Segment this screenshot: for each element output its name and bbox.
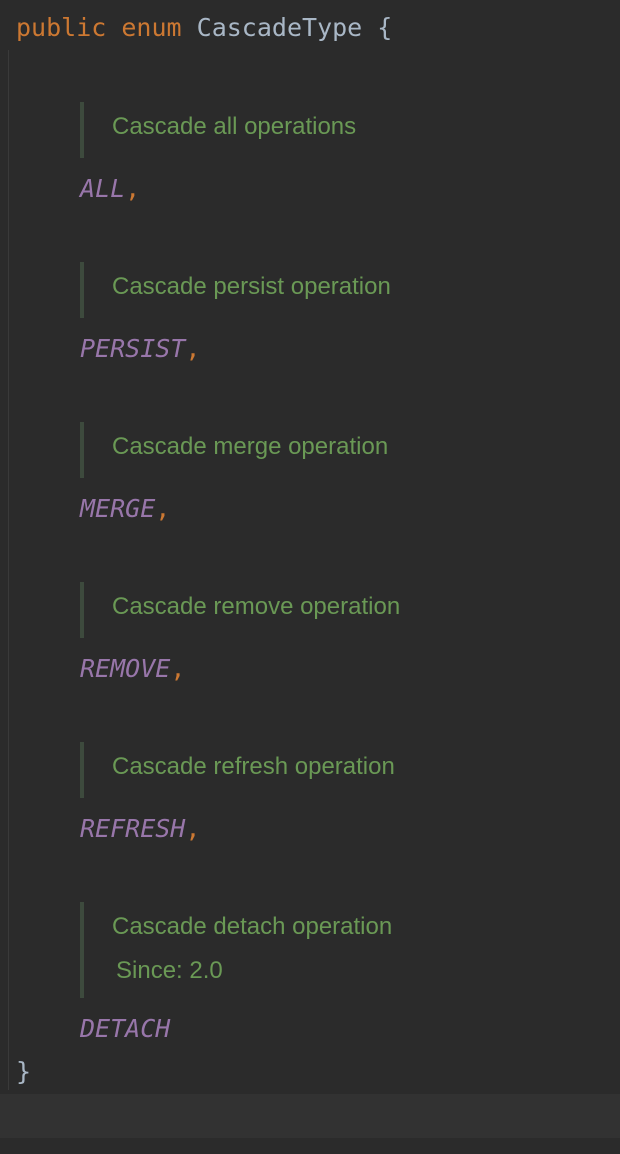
code-editor[interactable]: public enum CascadeType { Cascade all op… (0, 0, 620, 1154)
doc-block-all: Cascade all operations (80, 102, 356, 158)
modifier-keyword: public (16, 13, 107, 42)
open-brace: { (377, 13, 393, 42)
enum-constant-remove[interactable]: REMOVE, (80, 654, 185, 684)
enum-name: CascadeType (196, 13, 363, 42)
indent-guide (8, 50, 9, 1090)
comma: , (170, 654, 186, 683)
doc-text: Cascade detach operation (112, 913, 393, 940)
doc-block-remove: Cascade remove operation (80, 582, 400, 638)
doc-text: Cascade all operations (112, 113, 357, 140)
comma: , (125, 174, 141, 203)
enum-keyword: enum (121, 13, 182, 42)
enum-constant-merge[interactable]: MERGE, (80, 494, 170, 524)
constant-name: MERGE (80, 494, 156, 523)
constant-name: REFRESH (80, 814, 186, 843)
constant-name: DETACH (80, 1014, 171, 1043)
enum-constant-all[interactable]: ALL, (80, 174, 140, 204)
constant-name: PERSIST (80, 334, 186, 363)
constant-name: ALL (80, 174, 126, 203)
enum-constant-detach[interactable]: DETACH (80, 1014, 170, 1044)
comma: , (155, 494, 171, 523)
comma: , (185, 334, 201, 363)
doc-block-refresh: Cascade refresh operation (80, 742, 395, 798)
doc-since: Since: 2.0 (116, 957, 223, 984)
doc-text: Cascade persist operation (112, 273, 391, 300)
enum-constant-refresh[interactable]: REFRESH, (80, 814, 200, 844)
doc-block-persist: Cascade persist operation (80, 262, 391, 318)
close-brace-line[interactable]: } (16, 1057, 31, 1087)
doc-block-detach: Cascade detach operation Since: 2.0 (80, 902, 392, 998)
enum-declaration[interactable]: public enum CascadeType { (16, 13, 392, 43)
comma: , (185, 814, 201, 843)
doc-text: Cascade remove operation (112, 593, 401, 620)
close-brace: } (16, 1057, 32, 1086)
doc-text: Cascade refresh operation (112, 753, 395, 780)
doc-block-merge: Cascade merge operation (80, 422, 388, 478)
doc-text: Cascade merge operation (112, 433, 389, 460)
constant-name: REMOVE (80, 654, 171, 683)
enum-constant-persist[interactable]: PERSIST, (80, 334, 200, 364)
current-line-highlight[interactable] (0, 1094, 620, 1138)
